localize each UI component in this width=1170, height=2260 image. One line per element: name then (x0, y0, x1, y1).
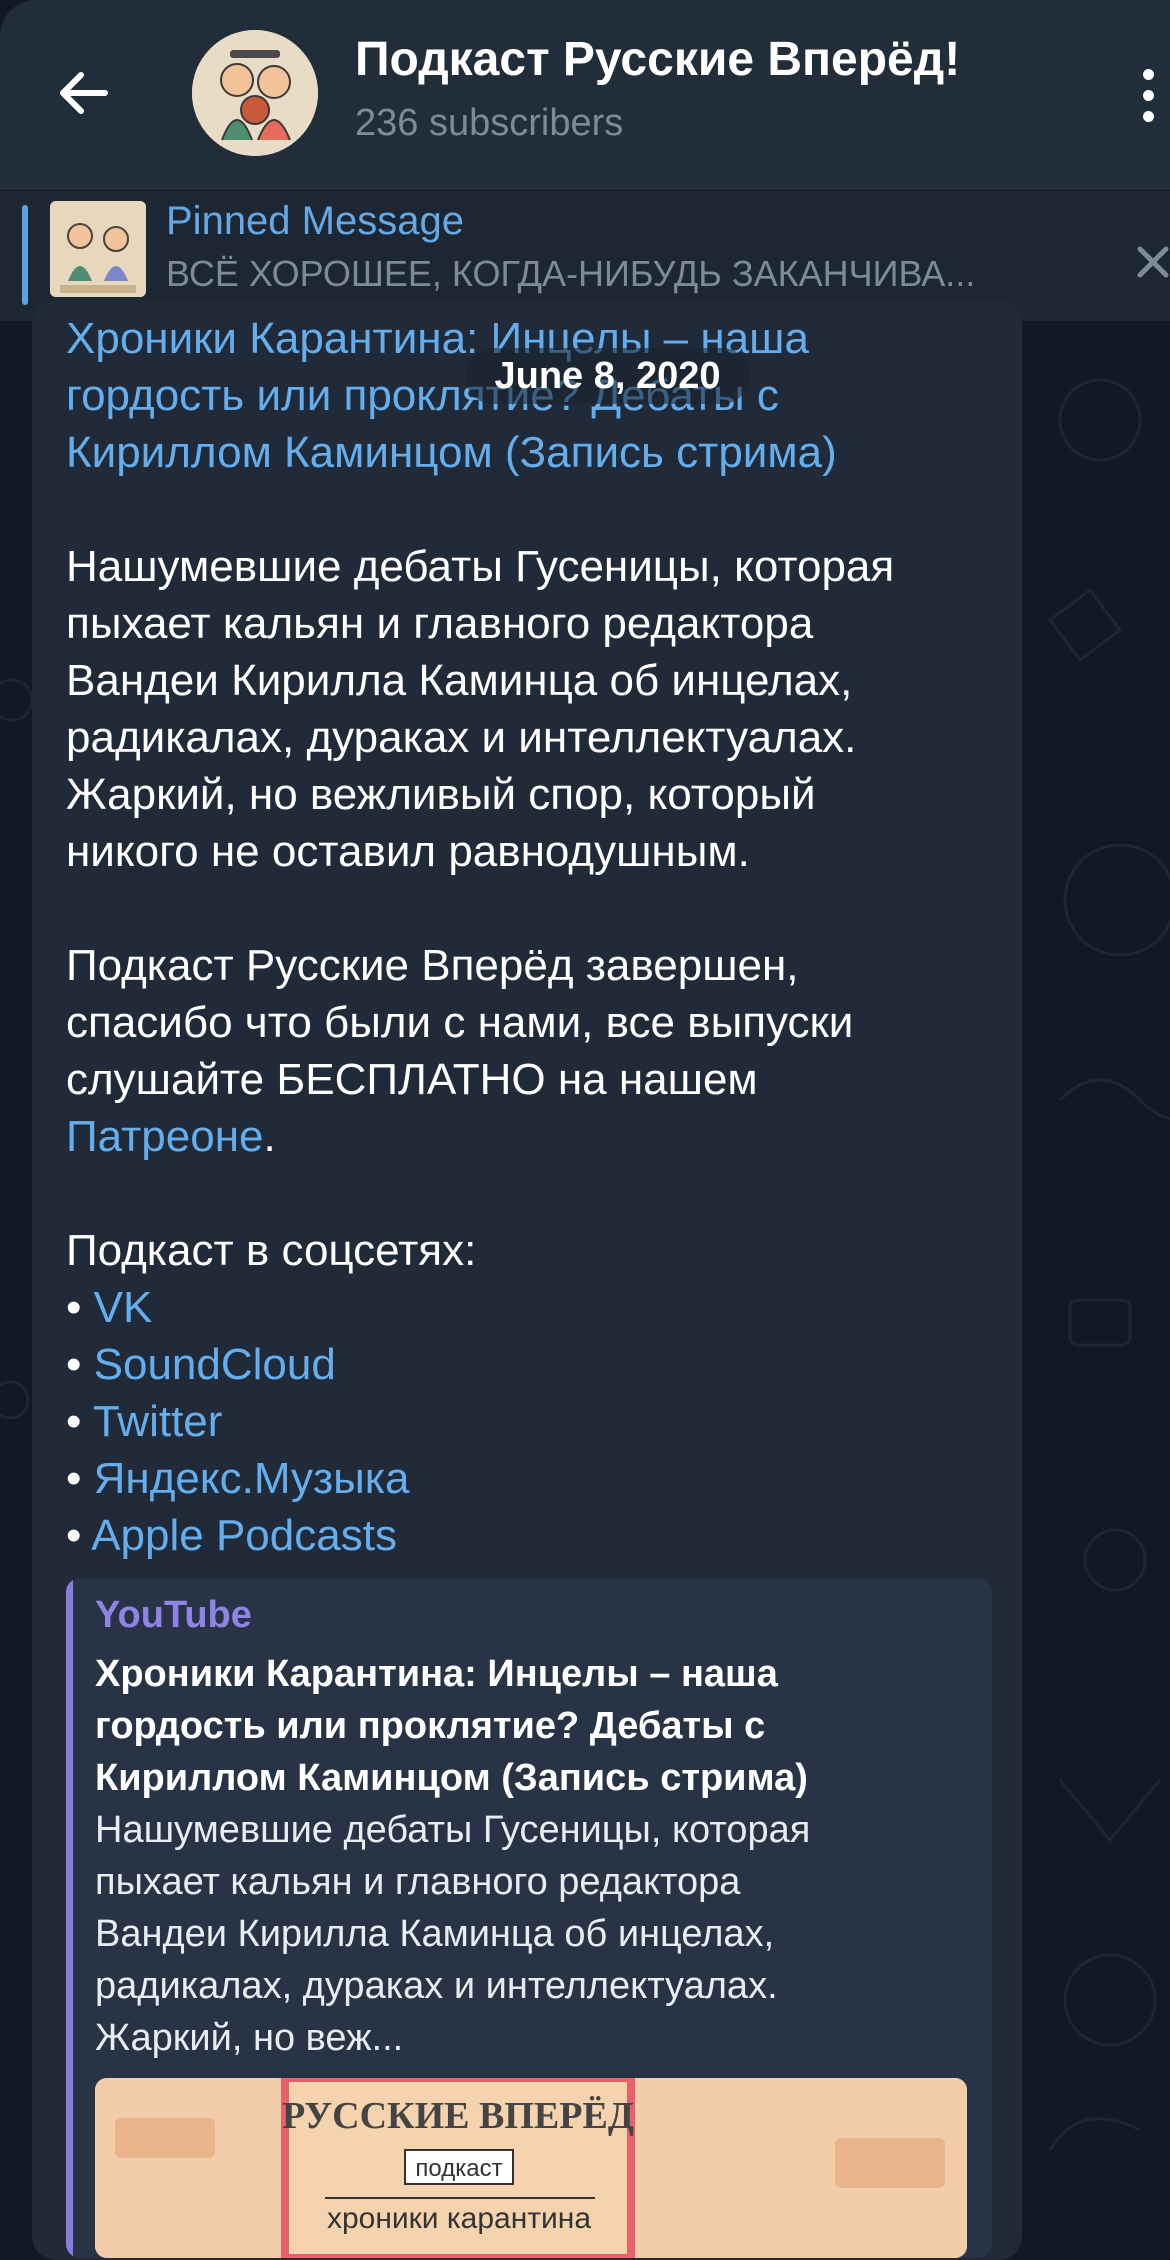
avatar-illustration (192, 30, 318, 156)
pinned-preview-text: ВСЁ ХОРОШЕЕ, КОГДА-НИБУДЬ ЗАКАНЧИВА... (166, 253, 976, 294)
apple-podcasts-link[interactable]: Apple Podcasts (91, 1511, 397, 1560)
preview-image-tag: подкаст (415, 2155, 502, 2182)
yandex-music-link[interactable]: Яндекс.Музыка (94, 1454, 410, 1503)
preview-accent-bar (66, 1578, 73, 2258)
channel-avatar[interactable] (192, 30, 318, 156)
back-button[interactable] (40, 50, 126, 136)
patreon-link[interactable]: Патреоне (66, 1112, 263, 1161)
channel-title[interactable]: Подкаст Русские Вперёд! (355, 32, 960, 87)
message-footer: Подкаст Русские Вперёд завершен, спасибо… (66, 941, 854, 1161)
pinned-thumbnail (50, 201, 146, 297)
date-badge: June 8, 2020 (465, 348, 750, 404)
more-options-button[interactable] (1126, 60, 1170, 130)
preview-image[interactable]: РУССКИЕ ВПЕРЁД подкаст хроники карантина (95, 2078, 967, 2258)
preview-description: Нашумевшие дебаты Гусеницы, которая пыха… (95, 1809, 811, 2059)
link-preview-card[interactable]: YouTube Хроники Карантина: Инцелы – наша… (66, 1578, 992, 2258)
pinned-indicator (22, 205, 28, 305)
pinned-label: Pinned Message (166, 199, 464, 243)
message-text: Хроники Карантина: Инцелы – наша гордост… (66, 310, 996, 1564)
preview-site-name: YouTube (95, 1594, 252, 1636)
message-body: Нашумевшие дебаты Гусеницы, которая пыха… (66, 542, 895, 876)
arrow-left-icon (60, 72, 108, 114)
more-vertical-icon (1142, 68, 1154, 80)
close-icon[interactable] (1132, 231, 1170, 291)
subscriber-count: 236 subscribers (355, 102, 624, 144)
preview-image-subtitle: хроники карантина (327, 2202, 591, 2235)
vk-link[interactable]: VK (94, 1283, 153, 1332)
social-heading: Подкаст в соцсетях: (66, 1226, 477, 1275)
twitter-link[interactable]: Twitter (93, 1397, 223, 1446)
soundcloud-link[interactable]: SoundCloud (94, 1340, 336, 1389)
preview-title: Хроники Карантина: Инцелы – наша гордост… (95, 1653, 808, 1799)
preview-image-heading: РУССКИЕ ВПЕРЁД (282, 2095, 634, 2137)
social-list: • VK • SoundCloud • Twitter • Яндекс.Муз… (66, 1283, 410, 1560)
chat-header: Подкаст Русские Вперёд! 236 subscribers (0, 0, 1170, 190)
